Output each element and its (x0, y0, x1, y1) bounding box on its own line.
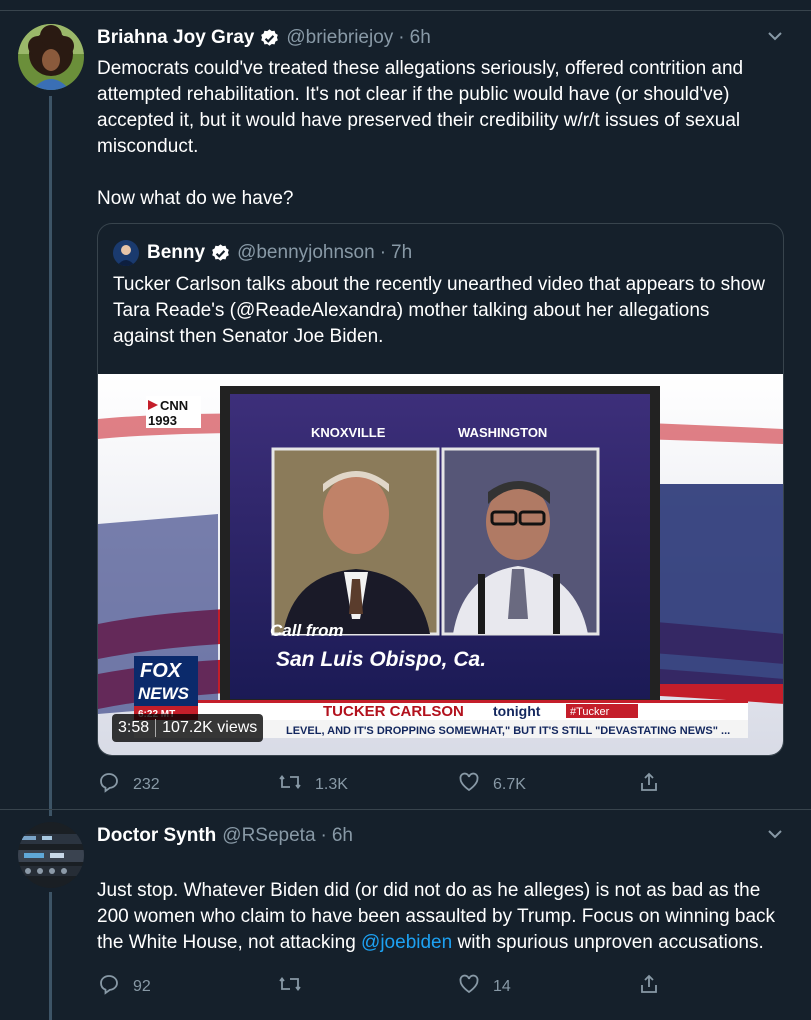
retweet-count: 1.3K (315, 775, 348, 793)
thread-line (49, 892, 52, 1020)
share-icon (637, 770, 661, 799)
author-name[interactable]: Doctor Synth (97, 825, 216, 847)
chevron-down-icon[interactable] (765, 824, 785, 849)
reply-button[interactable]: 232 (97, 770, 277, 799)
reply-button[interactable]: 92 (97, 972, 277, 1001)
show-subtitle: tonight (493, 703, 541, 719)
thread-line (49, 96, 52, 816)
share-button[interactable] (637, 972, 661, 1001)
tweet-doctor-synth[interactable]: Doctor Synth @RSepeta · 6h Just stop. Wh… (0, 810, 811, 1020)
heart-icon (457, 770, 481, 799)
quote-header: Benny @bennyjohnson · 7h (113, 240, 412, 266)
author-handle[interactable]: @briebriejoy (286, 27, 393, 49)
tweet-actions: 232 1.3K 6.7K (97, 770, 687, 799)
tweet-text: Just stop. Whatever Biden did (or did no… (97, 852, 777, 956)
quote-author-handle[interactable]: @bennyjohnson (237, 242, 375, 264)
show-hashtag: #Tucker (570, 706, 610, 718)
author-handle[interactable]: @RSepeta (222, 825, 315, 847)
video-player[interactable]: KNOXVILLE WASHINGTON Call from San Luis … (98, 374, 783, 755)
share-button[interactable] (637, 770, 661, 799)
separator-dot: · (379, 242, 387, 263)
quote-timestamp[interactable]: 7h (391, 242, 412, 264)
tweet-text-part: with spurious unproven accusations. (452, 932, 764, 953)
reply-icon (97, 770, 121, 799)
retweet-button[interactable]: 1.3K (277, 770, 457, 799)
tweet-actions: 92 14 (97, 972, 687, 1001)
video-cnn-year: 1993 (148, 413, 177, 428)
quote-avatar[interactable] (113, 240, 139, 266)
like-button[interactable]: 14 (457, 972, 637, 1001)
like-count: 14 (493, 977, 511, 995)
retweet-icon (277, 972, 303, 1001)
heart-icon (457, 972, 481, 1001)
video-right-city: WASHINGTON (458, 425, 547, 440)
separator-dot: · (320, 825, 327, 846)
tweet-header: Briahna Joy Gray @briebriejoy · 6h (97, 27, 431, 49)
badge-separator (155, 719, 157, 737)
separator-dot: · (398, 27, 405, 48)
reply-count: 92 (133, 977, 151, 995)
fox-logo-top: FOX (140, 660, 183, 682)
timestamp[interactable]: 6h (332, 825, 353, 847)
fox-logo-bottom: NEWS (138, 684, 190, 703)
retweet-button[interactable] (277, 972, 457, 1001)
quote-author-name[interactable]: Benny (147, 242, 205, 264)
avatar[interactable] (18, 24, 84, 90)
retweet-icon (277, 770, 303, 799)
mention-link[interactable]: @joebiden (361, 932, 452, 953)
video-call-line2: San Luis Obispo, Ca. (276, 648, 486, 671)
author-name[interactable]: Briahna Joy Gray (97, 27, 254, 49)
video-cnn-label: CNN (160, 398, 188, 413)
video-stats-badge: 3:58 107.2K views (112, 714, 264, 742)
show-title: TUCKER CARLSON (323, 703, 464, 720)
like-count: 6.7K (493, 775, 526, 793)
quoted-tweet[interactable]: Benny @bennyjohnson · 7h Tucker Carlson … (97, 223, 784, 756)
tweet-briahna[interactable]: Briahna Joy Gray @briebriejoy · 6h Democ… (0, 0, 811, 816)
share-icon (637, 972, 661, 1001)
tweet-header: Doctor Synth @RSepeta · 6h (97, 825, 353, 847)
quote-text: Tucker Carlson talks about the recently … (113, 274, 766, 347)
video-duration: 3:58 (118, 719, 150, 736)
like-button[interactable]: 6.7K (457, 770, 637, 799)
video-left-city: KNOXVILLE (311, 425, 386, 440)
video-views: 107.2K views (162, 719, 258, 736)
chevron-down-icon[interactable] (765, 26, 785, 51)
reply-count: 232 (133, 775, 160, 793)
verified-badge-icon (259, 28, 280, 49)
reply-icon (97, 972, 121, 1001)
timestamp[interactable]: 6h (410, 27, 431, 49)
avatar[interactable] (18, 822, 84, 888)
news-ticker: LEVEL, AND IT'S DROPPING SOMEWHAT," BUT … (286, 725, 730, 737)
verified-badge-icon (210, 243, 231, 264)
tweet-text: Democrats could've treated these allegat… (97, 58, 744, 209)
video-call-line1: Call from (270, 621, 344, 640)
